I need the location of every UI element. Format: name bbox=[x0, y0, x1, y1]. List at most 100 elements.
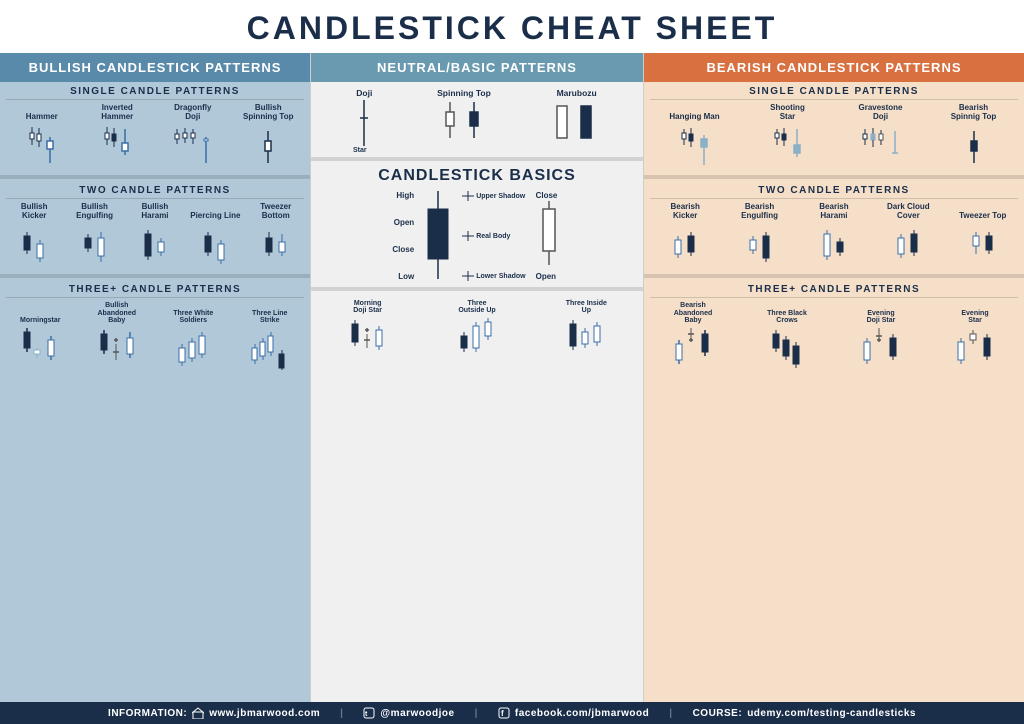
bearish-harami-svg bbox=[818, 224, 850, 268]
bullish-engulfing-candle bbox=[79, 223, 111, 268]
gravestone-doji-svg bbox=[859, 125, 903, 169]
bearish-two-header: TWO CANDLE PATTERNS bbox=[650, 181, 1018, 199]
three-white-soldiers-label: Three White Soldiers bbox=[172, 307, 214, 325]
bearish-header: BEARISH CANDLESTICK PATTERNS bbox=[644, 53, 1024, 82]
bearish-single-divider bbox=[644, 175, 1024, 179]
neutral-bottom-divider bbox=[311, 287, 643, 291]
evening-star-svg bbox=[953, 324, 997, 372]
bearish-kicker-svg bbox=[669, 224, 701, 268]
tweezer-bottom-candle bbox=[260, 223, 292, 268]
pattern-bearish-kicker: Bearish Kicker bbox=[659, 203, 711, 268]
neutral-basics-row: Doji Star Spinning Top bbox=[317, 86, 637, 155]
three-inside-up-candle bbox=[565, 317, 607, 362]
dragonfly-doji-candle bbox=[171, 124, 215, 169]
neutral-marubozu: Marubozu bbox=[549, 88, 605, 153]
spinning-top-svg bbox=[436, 98, 492, 153]
neutral-basic-section: Doji Star Spinning Top bbox=[311, 82, 643, 155]
basics-white-candle-svg bbox=[536, 201, 562, 271]
basics-close-label: Close bbox=[392, 245, 414, 254]
doji-svg: Star bbox=[349, 98, 379, 153]
pattern-bearish-harami: Bearish Harami bbox=[808, 203, 860, 268]
gravestone-doji-candle bbox=[859, 124, 903, 169]
bullish-three-row: Morningstar bbox=[0, 300, 310, 376]
footer-twitter-handle: @marwoodjoe bbox=[380, 708, 454, 719]
pattern-bullish-abandoned-baby: Bullish Abandoned Baby bbox=[96, 302, 138, 372]
bearish-spinning-top-svg bbox=[960, 125, 988, 169]
bullish-single-divider bbox=[0, 175, 310, 179]
neutral-top-divider bbox=[311, 157, 643, 161]
shooting-star-label: Shooting Star bbox=[762, 104, 814, 122]
morning-doji-star-svg bbox=[347, 314, 389, 362]
bearish-engulfing-candle bbox=[744, 223, 776, 268]
morning-doji-star-candle bbox=[347, 317, 389, 362]
real-body-label: Real Body bbox=[462, 231, 525, 241]
three-line-strike-candle bbox=[248, 327, 292, 372]
bearish-single-header: SINGLE CANDLE PATTERNS bbox=[650, 82, 1018, 100]
pattern-hanging-man: Hanging Man bbox=[669, 104, 721, 169]
three-white-soldiers-candle bbox=[174, 327, 212, 372]
pattern-three-line-strike: Three Line Strike bbox=[249, 307, 291, 372]
footer-divider-3: | bbox=[669, 708, 672, 719]
info-label: INFORMATION: bbox=[108, 708, 187, 719]
basics-diagram: High Open Close Low Upper Shadow bbox=[311, 187, 643, 285]
basics-right-labels: Upper Shadow Real Body Lower Shadow bbox=[462, 191, 525, 281]
bullish-header: BULLISH CANDLESTICK PATTERNS bbox=[0, 53, 310, 82]
home-icon bbox=[192, 707, 204, 719]
bullish-kicker-svg bbox=[18, 224, 50, 268]
bullish-engulfing-svg bbox=[79, 224, 111, 268]
dark-cloud-cover-candle bbox=[892, 223, 924, 268]
bullish-harami-label: Bullish Harami bbox=[129, 203, 181, 221]
tweezer-bottom-svg bbox=[260, 224, 292, 268]
hanging-man-candle bbox=[677, 124, 713, 169]
tweezer-top-label: Tweezer Top bbox=[959, 203, 1006, 221]
bearish-two-row: Bearish Kicker Bearish Engulfing bbox=[644, 201, 1024, 272]
three-outside-up-label: Three Outside Up bbox=[456, 297, 498, 315]
doji-label: Doji bbox=[356, 88, 372, 98]
bullish-spinning-top-candle bbox=[254, 124, 282, 169]
footer: INFORMATION: www.jbmarwood.com | t @marw… bbox=[0, 702, 1024, 724]
upper-shadow-label: Upper Shadow bbox=[462, 191, 525, 201]
page: CANDLESTICK CHEAT SHEET BULLISH CANDLEST… bbox=[0, 0, 1024, 724]
footer-twitter: t @marwoodjoe bbox=[363, 707, 454, 719]
bearish-engulfing-svg bbox=[744, 224, 776, 268]
pattern-three-inside-up: Three Inside Up bbox=[565, 297, 607, 362]
bullish-two-header: TWO CANDLE PATTERNS bbox=[6, 181, 304, 199]
footer-divider-2: | bbox=[475, 708, 478, 719]
bullish-column: BULLISH CANDLESTICK PATTERNS SINGLE CAND… bbox=[0, 53, 310, 702]
bullish-spinning-top-label: Bullish Spinning Top bbox=[242, 104, 294, 122]
spinning-top-label: Spinning Top bbox=[437, 88, 491, 98]
neutral-spinning-top: Spinning Top bbox=[436, 88, 492, 153]
pattern-bearish-engulfing: Bearish Engulfing bbox=[734, 203, 786, 268]
bullish-abandoned-baby-svg bbox=[96, 324, 138, 372]
basics-low-label: Low bbox=[398, 272, 414, 281]
three-black-crows-candle bbox=[768, 327, 806, 372]
evening-doji-star-label: Evening Doji Star bbox=[860, 307, 902, 325]
pattern-bearish-spinning-top: Bearish Spinnig Top bbox=[948, 104, 1000, 169]
three-white-soldiers-svg bbox=[174, 324, 212, 372]
pattern-hammer: Hammer bbox=[16, 104, 68, 169]
pattern-tweezer-bottom: Tweezer Bottom bbox=[250, 203, 302, 268]
footer-facebook-url: facebook.com/jbmarwood bbox=[515, 708, 649, 719]
bullish-abandoned-baby-candle bbox=[96, 327, 138, 372]
dark-cloud-cover-label: Dark Cloud Cover bbox=[882, 203, 934, 221]
bullish-two-row: Bullish Kicker Bullish Engulfing bbox=[0, 201, 310, 272]
bearish-kicker-label: Bearish Kicker bbox=[659, 203, 711, 221]
bullish-single-header: SINGLE CANDLE PATTERNS bbox=[6, 82, 304, 100]
inverted-hammer-svg bbox=[99, 125, 135, 169]
pattern-three-outside-up: Three Outside Up bbox=[456, 297, 498, 362]
marubozu-label: Marubozu bbox=[557, 88, 597, 98]
basics-high-label: High bbox=[396, 191, 414, 200]
footer-divider-1: | bbox=[340, 708, 343, 719]
pattern-dark-cloud-cover: Dark Cloud Cover bbox=[882, 203, 934, 268]
hammer-svg bbox=[24, 125, 60, 169]
footer-course: COURSE: udemy.com/testing-candlesticks bbox=[693, 708, 916, 719]
footer-info: INFORMATION: www.jbmarwood.com bbox=[108, 707, 320, 719]
pattern-three-black-crows: Three Black Crows bbox=[766, 307, 808, 372]
dark-cloud-cover-svg bbox=[892, 224, 924, 268]
basics-close-right: Close bbox=[536, 191, 562, 200]
bullish-abandoned-baby-label: Bullish Abandoned Baby bbox=[96, 302, 138, 325]
shooting-star-svg bbox=[770, 125, 806, 169]
basics-title: CANDLESTICK BASICS bbox=[311, 163, 643, 187]
footer-website: www.jbmarwood.com bbox=[209, 708, 320, 719]
pattern-inverted-hammer: Inverted Hammer bbox=[91, 104, 143, 169]
